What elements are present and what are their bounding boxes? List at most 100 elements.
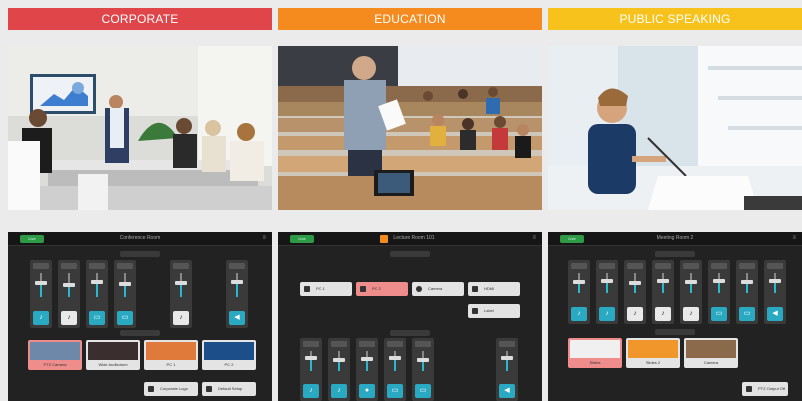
video-section-label bbox=[120, 330, 160, 336]
ptz-output-button[interactable]: PTZ Output Off bbox=[742, 382, 788, 396]
fader-knob[interactable] bbox=[657, 279, 669, 283]
label-button[interactable]: Label bbox=[468, 304, 520, 318]
laptop-icon bbox=[304, 286, 310, 292]
fader-knob[interactable] bbox=[361, 357, 373, 361]
corporate-banner: CORPORATE bbox=[8, 8, 272, 30]
fader-knob[interactable] bbox=[333, 358, 345, 362]
speaker-icon[interactable]: ◀ bbox=[229, 311, 245, 325]
menu-icon[interactable]: ≡ bbox=[792, 234, 796, 243]
fader-knob[interactable] bbox=[501, 356, 513, 360]
fader-knob[interactable] bbox=[573, 280, 585, 284]
mic-icon[interactable]: ♪ bbox=[599, 307, 615, 321]
hdmi-icon bbox=[472, 286, 478, 292]
panel-topbar: Live Lecture Room 101 ≡ bbox=[278, 232, 542, 246]
laptop-icon[interactable]: ▭ bbox=[387, 384, 403, 398]
mic-icon[interactable]: ♪ bbox=[683, 307, 699, 321]
fader-knob[interactable] bbox=[305, 356, 317, 360]
education-photo bbox=[278, 46, 542, 210]
menu-icon[interactable]: ≡ bbox=[532, 234, 536, 243]
camera-icon bbox=[746, 386, 752, 392]
mic-icon[interactable]: ♪ bbox=[655, 307, 671, 321]
master-channel-strip[interactable]: ◀ bbox=[496, 338, 518, 401]
audio-channel-strip[interactable]: ▭ bbox=[86, 260, 108, 328]
audio-channel-strip[interactable]: ♪ bbox=[300, 338, 322, 401]
audio-channel-strip[interactable]: ♪ bbox=[652, 260, 674, 324]
fader-knob[interactable] bbox=[769, 279, 781, 283]
corporate-logo-button[interactable]: Corporate Logo bbox=[144, 382, 198, 396]
corporate-mixer-panel: Live Conference Room ≡ ♪ ♪ ▭ ▭ ♪ ◀ PTZ C… bbox=[8, 232, 272, 401]
audio-channel-strip[interactable]: ♪ bbox=[30, 260, 52, 328]
video-section-label bbox=[655, 329, 695, 335]
mic-icon[interactable]: ♪ bbox=[61, 311, 77, 325]
fader-knob[interactable] bbox=[231, 280, 243, 284]
speaker-icon[interactable]: ◀ bbox=[767, 307, 783, 321]
audio-channel-strip[interactable]: ▭ bbox=[736, 260, 758, 324]
master-channel-strip[interactable]: ◀ bbox=[226, 260, 248, 328]
pc1-button[interactable]: PC 1 bbox=[300, 282, 352, 296]
wide-auditorium-source[interactable]: Wide Auditorium bbox=[86, 340, 140, 370]
audio-channel-strip[interactable]: ♪ bbox=[596, 260, 618, 324]
audio-channel-strip[interactable]: ♪ bbox=[58, 260, 80, 328]
laptop-icon[interactable]: ▭ bbox=[89, 311, 105, 325]
mic-icon[interactable]: ♪ bbox=[627, 307, 643, 321]
panel-topbar: Live Conference Room ≡ bbox=[8, 232, 272, 246]
pc2-button[interactable]: PC 2 bbox=[356, 282, 408, 296]
public-speaking-mixer-panel: Live Meeting Room 2 ≡ ♪ ♪ ♪ ♪ ♪ ▭ ▭ ◀ Sl… bbox=[548, 232, 802, 401]
audio-channel-strip[interactable]: ▭ bbox=[114, 260, 136, 328]
fader-knob[interactable] bbox=[119, 282, 131, 286]
mic-icon[interactable]: ♪ bbox=[303, 384, 319, 398]
camera-button[interactable]: Camera bbox=[412, 282, 464, 296]
fader-knob[interactable] bbox=[417, 358, 429, 362]
screen: CORPORATE EDUCATION PUBLIC SPEAKING Live… bbox=[0, 0, 802, 401]
fader-knob[interactable] bbox=[629, 281, 641, 285]
fader-knob[interactable] bbox=[35, 281, 47, 285]
audio-channel-strip[interactable]: ♪ bbox=[624, 260, 646, 324]
pc1-source[interactable]: PC 1 bbox=[144, 340, 198, 370]
mic-icon[interactable]: ♪ bbox=[331, 384, 347, 398]
audio-channel-strip[interactable]: ♪ bbox=[680, 260, 702, 324]
corporate-photo bbox=[8, 46, 272, 210]
audio-channel-strip[interactable]: ▭ bbox=[412, 338, 434, 401]
fader-knob[interactable] bbox=[685, 280, 697, 284]
education-mixer-panel: Live Lecture Room 101 ≡ PC 1 PC 2 Camera… bbox=[278, 232, 542, 401]
laptop-icon[interactable]: ▭ bbox=[711, 307, 727, 321]
audio-channel-strip[interactable]: ♪ bbox=[328, 338, 350, 401]
fader-knob[interactable] bbox=[389, 356, 401, 360]
audio-channel-strip[interactable]: ♪ bbox=[568, 260, 590, 324]
fader-knob[interactable] bbox=[91, 280, 103, 284]
laptop-icon[interactable]: ▭ bbox=[117, 311, 133, 325]
laptop-icon[interactable]: ▭ bbox=[415, 384, 431, 398]
fader-knob[interactable] bbox=[175, 281, 187, 285]
camera-source[interactable]: Camera bbox=[684, 338, 738, 368]
fader-knob[interactable] bbox=[601, 279, 613, 283]
education-banner: EDUCATION bbox=[278, 8, 542, 30]
slides-2-source[interactable]: Slides 2 bbox=[626, 338, 680, 368]
hdmi-button[interactable]: HDMI bbox=[468, 282, 520, 296]
audio-channel-strip[interactable]: ▭ bbox=[384, 338, 406, 401]
public-speaking-photo bbox=[548, 46, 802, 210]
mic-icon[interactable]: ♪ bbox=[173, 311, 189, 325]
audio-channel-strip[interactable]: ▭ bbox=[708, 260, 730, 324]
audio-channel-strip[interactable]: ♪ bbox=[170, 260, 192, 328]
pc2-source[interactable]: PC 2 bbox=[202, 340, 256, 370]
default-setup-button[interactable]: Default Setup bbox=[202, 382, 256, 396]
laptop-icon[interactable]: ▭ bbox=[739, 307, 755, 321]
panel-topbar: Live Meeting Room 2 ≡ bbox=[548, 232, 802, 246]
ptz-camera-source[interactable]: PTZ Camera bbox=[28, 340, 82, 370]
audio-section-label bbox=[390, 330, 430, 336]
audio-channel-strip[interactable]: ● bbox=[356, 338, 378, 401]
camera-icon[interactable]: ● bbox=[359, 384, 375, 398]
fader-knob[interactable] bbox=[63, 283, 75, 287]
panel-title: Meeting Room 2 bbox=[656, 235, 694, 241]
mic-icon[interactable]: ♪ bbox=[571, 307, 587, 321]
speaker-icon[interactable]: ◀ bbox=[499, 384, 515, 398]
slides-source[interactable]: Slides bbox=[568, 338, 622, 368]
video-section-label bbox=[390, 251, 430, 257]
laptop-icon bbox=[360, 286, 366, 292]
menu-icon[interactable]: ≡ bbox=[262, 234, 266, 243]
master-channel-strip[interactable]: ◀ bbox=[764, 260, 786, 324]
fader-knob[interactable] bbox=[741, 280, 753, 284]
mic-icon[interactable]: ♪ bbox=[33, 311, 49, 325]
image-icon bbox=[148, 386, 154, 392]
fader-knob[interactable] bbox=[713, 279, 725, 283]
